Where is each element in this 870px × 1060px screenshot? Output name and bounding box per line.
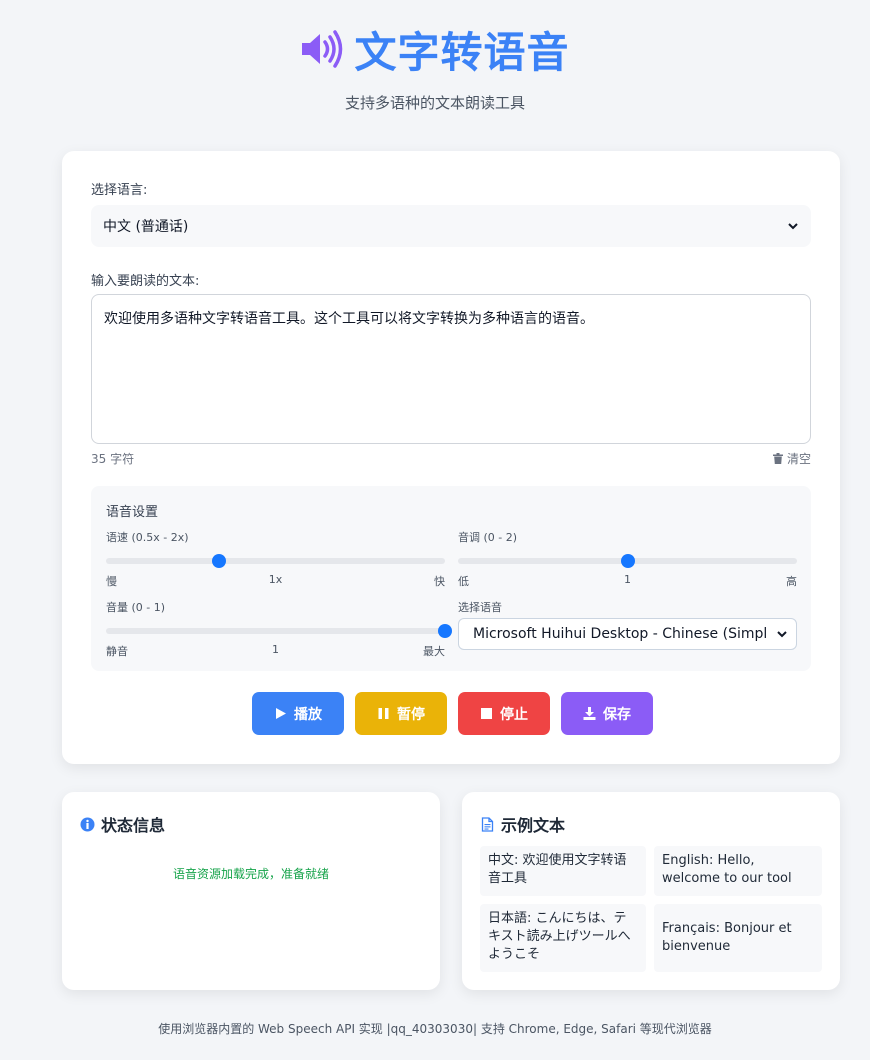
status-title: 状态信息 <box>101 816 166 835</box>
text-input-label: 输入要朗读的文本: <box>91 274 200 289</box>
page-title: 文字转语音 <box>354 27 570 77</box>
language-selected-value: 中文 (普通话) <box>103 219 189 235</box>
pitch-control: 音调 (0 - 2) 低 1 高 <box>458 529 797 589</box>
pitch-tick-mid: 1 <box>624 573 631 586</box>
status-panel: 状态信息 语音资源加载完成，准备就绪 <box>62 792 440 990</box>
rate-slider[interactable] <box>106 554 445 568</box>
sample-text-zh[interactable]: 中文: 欢迎使用文字转语音工具 <box>480 846 646 896</box>
stop-button[interactable]: 停止 <box>458 692 550 735</box>
volume-tick-max: 最大 <box>423 645 445 658</box>
page-footer: 使用浏览器内置的 Web Speech API 实现 |qq_40303030|… <box>158 1022 712 1036</box>
volume-ticks: 静音 1 最大 <box>106 643 445 659</box>
rate-label: 语速 (0.5x - 2x) <box>106 531 189 544</box>
settings-title: 语音设置 <box>106 505 159 520</box>
pitch-tick-max: 高 <box>786 575 797 588</box>
volume-slider[interactable] <box>106 624 452 638</box>
status-message: 语音资源加载完成，准备就绪 <box>172 867 329 881</box>
download-icon <box>583 707 596 720</box>
play-button[interactable]: 播放 <box>252 692 344 735</box>
chevron-down-icon <box>777 631 787 638</box>
rate-tick-mid: 1x <box>268 573 283 586</box>
language-label: 选择语言: <box>91 183 148 198</box>
voice-label: 选择语音 <box>458 601 502 614</box>
play-label: 播放 <box>294 706 322 723</box>
language-select[interactable]: 中文 (普通话) <box>91 205 811 247</box>
trash-icon <box>772 453 783 464</box>
play-icon <box>276 708 286 719</box>
stop-label: 停止 <box>500 706 528 723</box>
volume-label: 音量 (0 - 1) <box>106 601 166 614</box>
save-button[interactable]: 保存 <box>561 692 653 735</box>
pitch-label: 音调 (0 - 2) <box>458 531 518 544</box>
char-count: 35 字符 <box>91 452 135 466</box>
voice-select[interactable]: Microsoft Huihui Desktop - Chinese (Simp… <box>458 618 797 650</box>
volume-tick-min: 静音 <box>106 645 128 658</box>
page-header: 文字转语音 支持多语种的文本朗读工具 <box>0 20 870 113</box>
main-panel: 选择语言: 中文 (普通话) 输入要朗读的文本: 欢迎使用多语种文字转语音工具。… <box>62 151 840 764</box>
samples-title: 示例文本 <box>501 816 566 835</box>
sample-text-en[interactable]: English: Hello, welcome to our tool <box>654 846 822 896</box>
rate-tick-min: 慢 <box>106 575 117 588</box>
volume-control: 音量 (0 - 1) 静音 1 最大 <box>106 599 452 659</box>
pitch-slider-thumb[interactable] <box>620 554 635 568</box>
samples-grid: 中文: 欢迎使用文字转语音工具 English: Hello, welcome … <box>480 846 822 972</box>
pause-icon <box>378 708 389 719</box>
action-buttons: 播放 暂停 停止 保存 <box>252 692 653 735</box>
chevron-down-icon <box>788 223 798 230</box>
rate-slider-thumb[interactable] <box>212 554 226 568</box>
volume-up-icon <box>302 30 343 68</box>
pitch-slider[interactable] <box>458 554 797 568</box>
file-text-icon <box>481 816 494 832</box>
rate-tick-max: 快 <box>433 575 445 588</box>
clear-button[interactable]: 清空 <box>772 450 811 467</box>
rate-control: 语速 (0.5x - 2x) 慢 1x 快 <box>106 529 445 589</box>
save-label: 保存 <box>603 706 631 723</box>
stop-icon <box>481 708 492 719</box>
samples-title-row: 示例文本 <box>480 812 565 836</box>
page-subtitle: 支持多语种的文本朗读工具 <box>344 94 525 112</box>
status-title-row: 状态信息 <box>80 812 165 836</box>
pause-button[interactable]: 暂停 <box>355 692 447 735</box>
sample-text-fr[interactable]: Français: Bonjour et bienvenue <box>654 904 822 972</box>
text-meta-row: 35 字符 清空 <box>91 450 811 467</box>
voice-selected-value: Microsoft Huihui Desktop - Chinese (Simp… <box>473 626 768 642</box>
pitch-tick-min: 低 <box>458 575 469 588</box>
title-row: 文字转语音 <box>0 20 870 78</box>
pitch-ticks: 低 1 高 <box>458 573 797 589</box>
voice-settings-panel: 语音设置 语速 (0.5x - 2x) 慢 1x 快 音调 (0 - 2) 低 … <box>91 486 811 671</box>
sample-text-ja[interactable]: 日本語: こんにちは、テキスト読み上げツールへようこそ <box>480 904 646 972</box>
samples-panel: 示例文本 中文: 欢迎使用文字转语音工具 English: Hello, wel… <box>462 792 840 990</box>
volume-tick-mid: 1 <box>272 643 279 656</box>
clear-label: 清空 <box>786 452 811 466</box>
rate-ticks: 慢 1x 快 <box>106 573 445 589</box>
pause-label: 暂停 <box>397 706 425 723</box>
text-input[interactable]: 欢迎使用多语种文字转语音工具。这个工具可以将文字转换为多种语言的语音。 <box>91 294 811 444</box>
volume-slider-thumb[interactable] <box>438 624 452 638</box>
info-icon <box>80 817 95 831</box>
